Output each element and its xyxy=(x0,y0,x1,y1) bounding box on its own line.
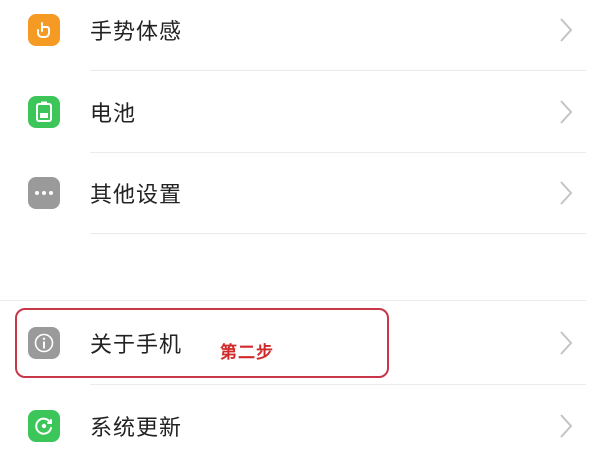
chevron-right-icon xyxy=(560,331,573,355)
step-highlight-box xyxy=(15,308,389,378)
system-update-icon xyxy=(28,410,60,442)
settings-item-battery[interactable]: 电池 xyxy=(0,72,600,152)
settings-item-label: 系统更新 xyxy=(90,416,183,441)
divider xyxy=(0,300,586,301)
settings-item-system-update[interactable]: 系统更新 xyxy=(0,386,600,466)
settings-item-other[interactable]: 其他设置 xyxy=(0,153,600,233)
chevron-right-icon xyxy=(560,414,573,438)
battery-icon xyxy=(28,96,60,128)
chevron-right-icon xyxy=(560,100,573,124)
settings-item-label: 电池 xyxy=(90,102,137,127)
more-dots-icon xyxy=(28,177,60,209)
step-annotation: 第二步 xyxy=(220,343,274,363)
chevron-right-icon xyxy=(560,18,573,42)
settings-item-label: 其他设置 xyxy=(90,183,183,208)
settings-item-gesture[interactable]: 手势体感 xyxy=(0,0,600,70)
section-gap xyxy=(0,234,600,300)
divider xyxy=(90,70,586,71)
divider xyxy=(90,384,586,385)
chevron-right-icon xyxy=(560,181,573,205)
gesture-icon xyxy=(28,14,60,46)
settings-item-label: 手势体感 xyxy=(90,20,183,45)
